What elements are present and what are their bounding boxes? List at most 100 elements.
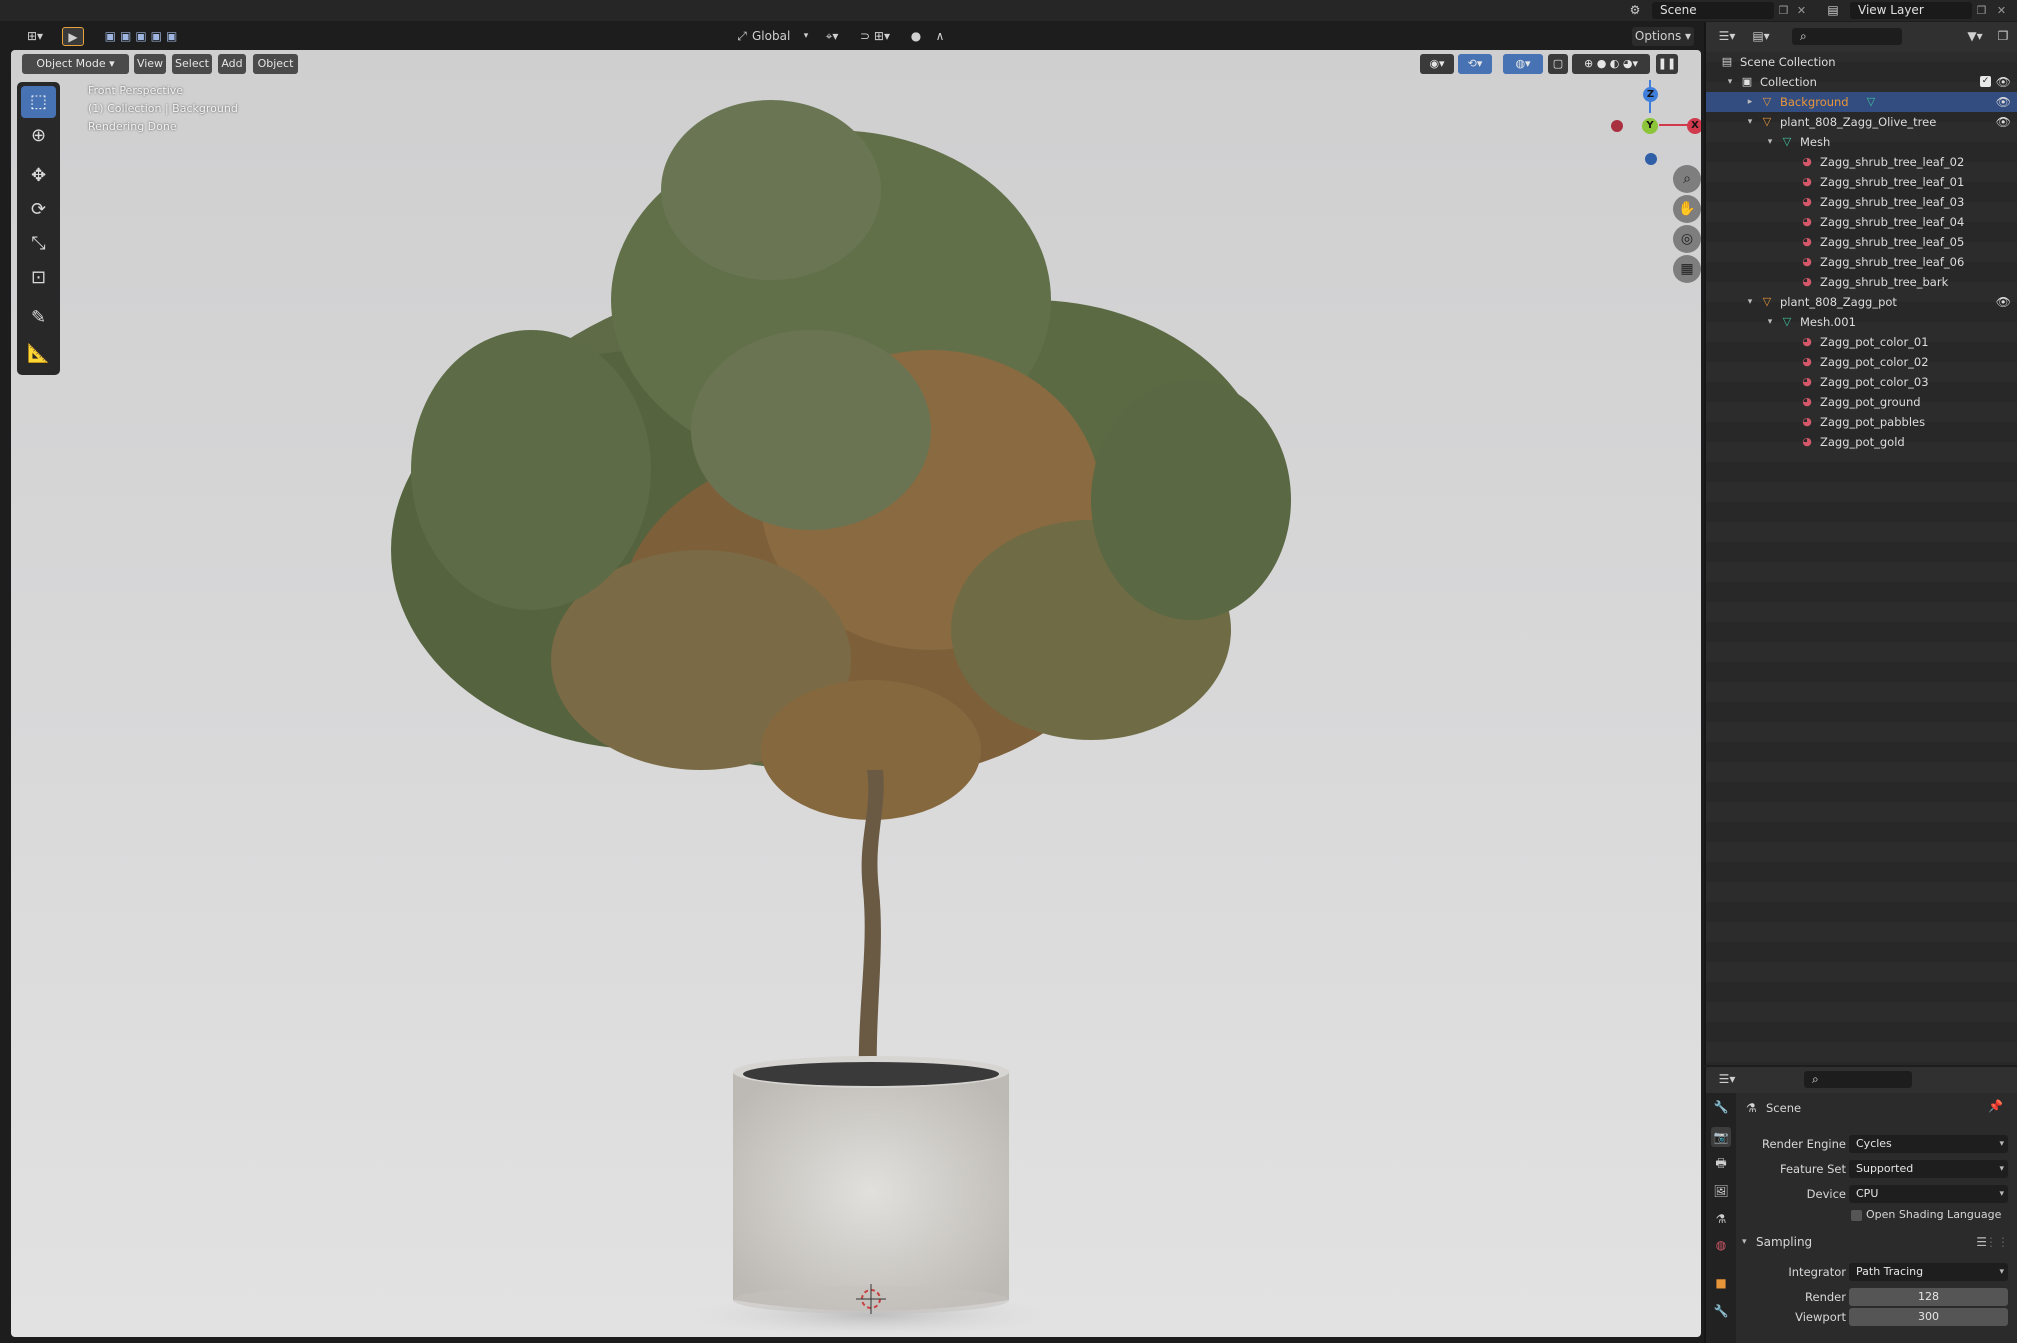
view-layer-name-field[interactable]: View Layer [1850, 2, 1972, 19]
outliner-row[interactable]: ◕ Zagg_pot_ground [1706, 392, 2017, 412]
filter-icon[interactable]: ▼▾ [1962, 28, 1988, 45]
scene-name-field[interactable]: Scene [1652, 2, 1774, 19]
render-engine-dropdown[interactable]: Cycles ▾ [1849, 1135, 2008, 1153]
outliner-row[interactable]: ▤ Scene Collection [1706, 52, 2017, 72]
annotate-icon[interactable]: ✎ [21, 302, 56, 334]
options-dropdown[interactable]: Options ▾ [1632, 27, 1694, 46]
delete-view-layer-icon[interactable]: ✕ [1994, 3, 2009, 18]
properties-editor-type-icon[interactable]: ☰▾ [1714, 1071, 1740, 1088]
overlay-toggle-icon[interactable]: ◍▾ [1503, 54, 1543, 74]
xray-toggle-icon[interactable]: ▢ [1548, 54, 1568, 74]
outliner-row[interactable]: ◕ Zagg_shrub_tree_leaf_01 [1706, 172, 2017, 192]
eye-icon[interactable]: 👁 [1996, 92, 2011, 112]
sampling-collapse-icon[interactable]: ▾ [1742, 1237, 1747, 1247]
gizmo-toggle-icon[interactable]: ⟲▾ [1458, 54, 1492, 74]
outliner-search-input[interactable]: ⌕ [1792, 28, 1902, 45]
measure-icon[interactable]: 📐 [21, 338, 56, 370]
eye-icon[interactable]: 👁 [1996, 292, 2011, 312]
view-menu[interactable]: View [134, 54, 166, 74]
sampling-panel-header[interactable]: Sampling [1756, 1235, 1812, 1249]
pin-icon[interactable]: 📌 [1988, 1099, 2003, 1113]
view-layer-selector-icon[interactable]: ▤ [1820, 2, 1846, 19]
x-axis-handle[interactable]: X [1687, 118, 1701, 134]
visibility-toggle-icon[interactable]: ◉▾ [1420, 54, 1454, 74]
mesh-data-icon[interactable]: ▽ [1864, 95, 1878, 109]
outliner-row[interactable]: ◕ Zagg_shrub_tree_leaf_04 [1706, 212, 2017, 232]
device-dropdown[interactable]: CPU ▾ [1849, 1185, 2008, 1203]
outliner-row[interactable]: ▾ ▽ plant_808_Zagg_Olive_tree 👁 [1706, 112, 2017, 132]
outliner-row[interactable]: ◕ Zagg_pot_pabbles [1706, 412, 2017, 432]
outliner-row[interactable]: ◕ Zagg_shrub_tree_leaf_03 [1706, 192, 2017, 212]
expand-arrow-icon[interactable]: ▾ [1764, 312, 1776, 332]
world-tab-icon[interactable]: ◍ [1711, 1235, 1731, 1255]
feature-set-dropdown[interactable]: Supported ▾ [1849, 1160, 2008, 1178]
pivot-point-icon[interactable]: ⌖▾ [818, 27, 846, 46]
add-menu[interactable]: Add [218, 54, 246, 74]
zoom-icon[interactable]: ⌕ [1673, 165, 1701, 193]
scene-selector-icon[interactable]: ⚙ [1622, 2, 1648, 19]
outliner-row[interactable]: ◕ Zagg_shrub_tree_bark [1706, 272, 2017, 292]
tool-tab-icon[interactable]: 🔧 [1711, 1097, 1731, 1117]
drag-handle-icon[interactable]: ⋮⋮ [1985, 1235, 2009, 1249]
new-view-layer-icon[interactable]: ❐ [1974, 3, 1989, 18]
cursor-icon[interactable]: ⊕ [21, 120, 56, 152]
render-samples-field[interactable]: 128 [1849, 1288, 2008, 1306]
outliner-row[interactable]: ◕ Zagg_shrub_tree_leaf_05 [1706, 232, 2017, 252]
integrator-dropdown[interactable]: Path Tracing ▾ [1849, 1263, 2008, 1281]
selection-mode-icons[interactable]: ▣▣▣▣▣ [98, 27, 188, 46]
outliner-row[interactable]: ◕ Zagg_pot_color_02 [1706, 352, 2017, 372]
z-axis-handle[interactable]: Z [1643, 87, 1658, 102]
pause-render-icon[interactable]: ❚❚ [1656, 54, 1678, 74]
new-scene-icon[interactable]: ❐ [1776, 3, 1791, 18]
eye-icon[interactable]: 👁 [1996, 72, 2011, 92]
outliner-editor-type-icon[interactable]: ☰▾ [1714, 28, 1740, 45]
scene-tab-icon[interactable]: ⚗ [1711, 1209, 1731, 1229]
object-mode-dropdown[interactable]: Object Mode ▾ [22, 54, 129, 74]
material-icon: ◕ [1802, 255, 1812, 268]
neg-x-axis-handle[interactable] [1611, 120, 1623, 132]
outliner-row[interactable]: ▾ ▽ plant_808_Zagg_pot 👁 [1706, 292, 2017, 312]
expand-arrow-icon[interactable]: ▾ [1724, 72, 1736, 92]
shading-mode-icons[interactable]: ⊕ ● ◐ ◕▾ [1572, 54, 1650, 74]
expand-arrow-icon[interactable]: ▾ [1744, 112, 1756, 132]
outliner-row[interactable]: ▾ ▣ Collection ✓ 👁 [1706, 72, 2017, 92]
new-collection-icon[interactable]: ❐ [1990, 28, 2016, 45]
editor-type-icon[interactable]: ⊞▾ [20, 27, 50, 46]
snap-icon[interactable]: ⊃ ⊞▾ [852, 27, 898, 46]
rotate-icon[interactable]: ⟳ [21, 194, 56, 226]
3d-viewport[interactable]: Front Perspective (1) Collection | Backg… [11, 50, 1701, 1337]
outliner-row[interactable]: ▾ ▽ Mesh.001 [1706, 312, 2017, 332]
select-tool-icon[interactable]: ▶ [62, 27, 84, 46]
object-menu[interactable]: Object [253, 54, 298, 74]
scale-icon[interactable]: ⤡ [21, 228, 56, 260]
proportional-edit-icon[interactable]: ● [908, 27, 924, 46]
perspective-grid-icon[interactable]: ▦ [1673, 255, 1701, 283]
outliner-row[interactable]: ▸ ▽ Background ▽ 👁 [1706, 92, 2017, 112]
outliner-row[interactable]: ◕ Zagg_shrub_tree_leaf_02 [1706, 152, 2017, 172]
expand-arrow-icon[interactable]: ▾ [1744, 292, 1756, 312]
display-mode-icon[interactable]: ▤▾ [1748, 28, 1774, 45]
delete-scene-icon[interactable]: ✕ [1794, 3, 1809, 18]
pan-hand-icon[interactable]: ✋ [1673, 195, 1701, 223]
select-box-icon[interactable]: ⬚ [21, 86, 56, 118]
eye-icon[interactable]: 👁 [1996, 112, 2011, 132]
neg-z-axis-handle[interactable] [1645, 153, 1657, 165]
expand-arrow-icon[interactable]: ▾ [1764, 132, 1776, 152]
y-axis-handle[interactable]: Y [1642, 118, 1658, 134]
move-icon[interactable]: ✥ [21, 160, 56, 192]
viewport-samples-field[interactable]: 300 [1849, 1308, 2008, 1326]
outliner-row[interactable]: ◕ Zagg_pot_gold [1706, 432, 2017, 452]
options-label: Options [1634, 29, 1682, 43]
exclude-checkbox[interactable]: ✓ [1980, 76, 1991, 87]
outliner-row[interactable]: ◕ Zagg_shrub_tree_leaf_06 [1706, 252, 2017, 272]
transform-icon[interactable]: ⊡ [21, 262, 56, 294]
outliner-row[interactable]: ◕ Zagg_pot_color_03 [1706, 372, 2017, 392]
falloff-icon[interactable]: ∧ [928, 27, 952, 46]
collapse-arrow-icon[interactable]: ▸ [1744, 92, 1756, 112]
outliner-row[interactable]: ▾ ▽ Mesh [1706, 132, 2017, 152]
select-menu[interactable]: Select [172, 54, 212, 74]
osl-checkbox[interactable] [1851, 1210, 1862, 1221]
outliner-row[interactable]: ◕ Zagg_pot_color_01 [1706, 332, 2017, 352]
camera-view-icon[interactable]: ◎ [1673, 225, 1701, 253]
properties-search-input[interactable]: ⌕ [1804, 1071, 1912, 1088]
